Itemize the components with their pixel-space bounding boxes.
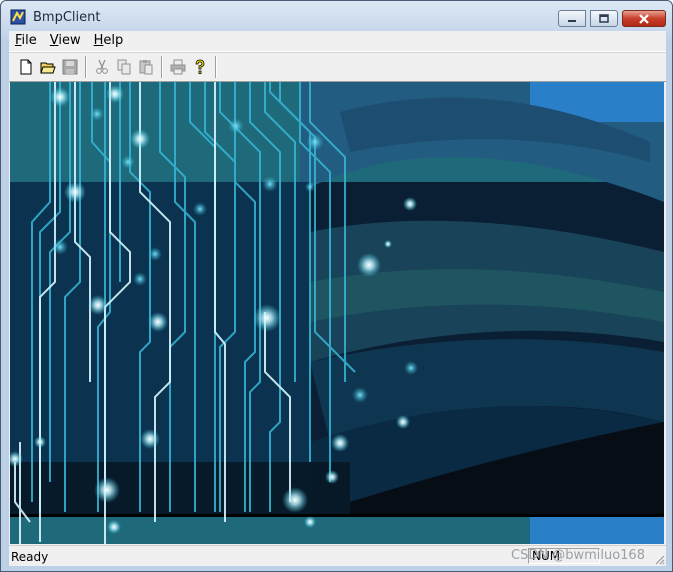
app-window: BmpClient File View Help Ready NUM CSDN … <box>0 0 673 572</box>
copy-icon <box>117 59 131 75</box>
circuit-bitmap <box>10 82 664 544</box>
menu-view-rest: iew <box>58 33 81 48</box>
status-text: Ready <box>11 550 49 564</box>
new-file-button[interactable] <box>15 56 37 78</box>
menu-bar: File View Help <box>9 31 666 52</box>
minimize-button[interactable] <box>558 10 586 27</box>
app-icon <box>10 9 26 25</box>
maximize-button[interactable] <box>590 10 618 27</box>
menu-view[interactable]: View <box>44 31 88 51</box>
toolbar-separator <box>85 56 87 78</box>
printer-icon <box>170 59 186 75</box>
menu-file-rest: ile <box>21 33 37 48</box>
caption-buttons <box>558 10 666 28</box>
cut-button[interactable] <box>91 56 113 78</box>
close-icon <box>639 13 649 24</box>
help-button[interactable] <box>189 56 211 78</box>
watermark-text: CSDN @bwmiluo168 <box>511 548 645 563</box>
copy-button[interactable] <box>113 56 135 78</box>
help-question-icon <box>195 59 205 74</box>
floppy-disk-icon <box>62 59 78 75</box>
paste-button[interactable] <box>135 56 157 78</box>
menu-help-rest: elp <box>103 33 124 48</box>
resize-grip-icon[interactable] <box>653 553 665 565</box>
minimize-icon <box>568 19 576 22</box>
scissors-icon <box>96 59 108 74</box>
toolbar <box>9 52 666 82</box>
print-button[interactable] <box>167 56 189 78</box>
maximize-icon <box>599 14 609 23</box>
window-title: BmpClient <box>33 10 101 25</box>
menu-help[interactable]: Help <box>88 31 131 51</box>
bitmap-view <box>10 82 664 544</box>
toolbar-separator-2 <box>161 56 163 78</box>
paste-icon <box>139 60 153 75</box>
client-area: File View Help Ready NUM <box>9 31 666 566</box>
title-bar[interactable]: BmpClient <box>1 1 672 31</box>
open-file-button[interactable] <box>37 56 59 78</box>
menu-file[interactable]: File <box>9 31 44 51</box>
open-folder-icon <box>40 62 56 74</box>
save-button[interactable] <box>59 56 81 78</box>
menu-help-accel: H <box>93 33 104 48</box>
close-button[interactable] <box>622 10 666 27</box>
toolbar-separator-3 <box>215 56 217 78</box>
new-document-icon <box>20 59 32 75</box>
